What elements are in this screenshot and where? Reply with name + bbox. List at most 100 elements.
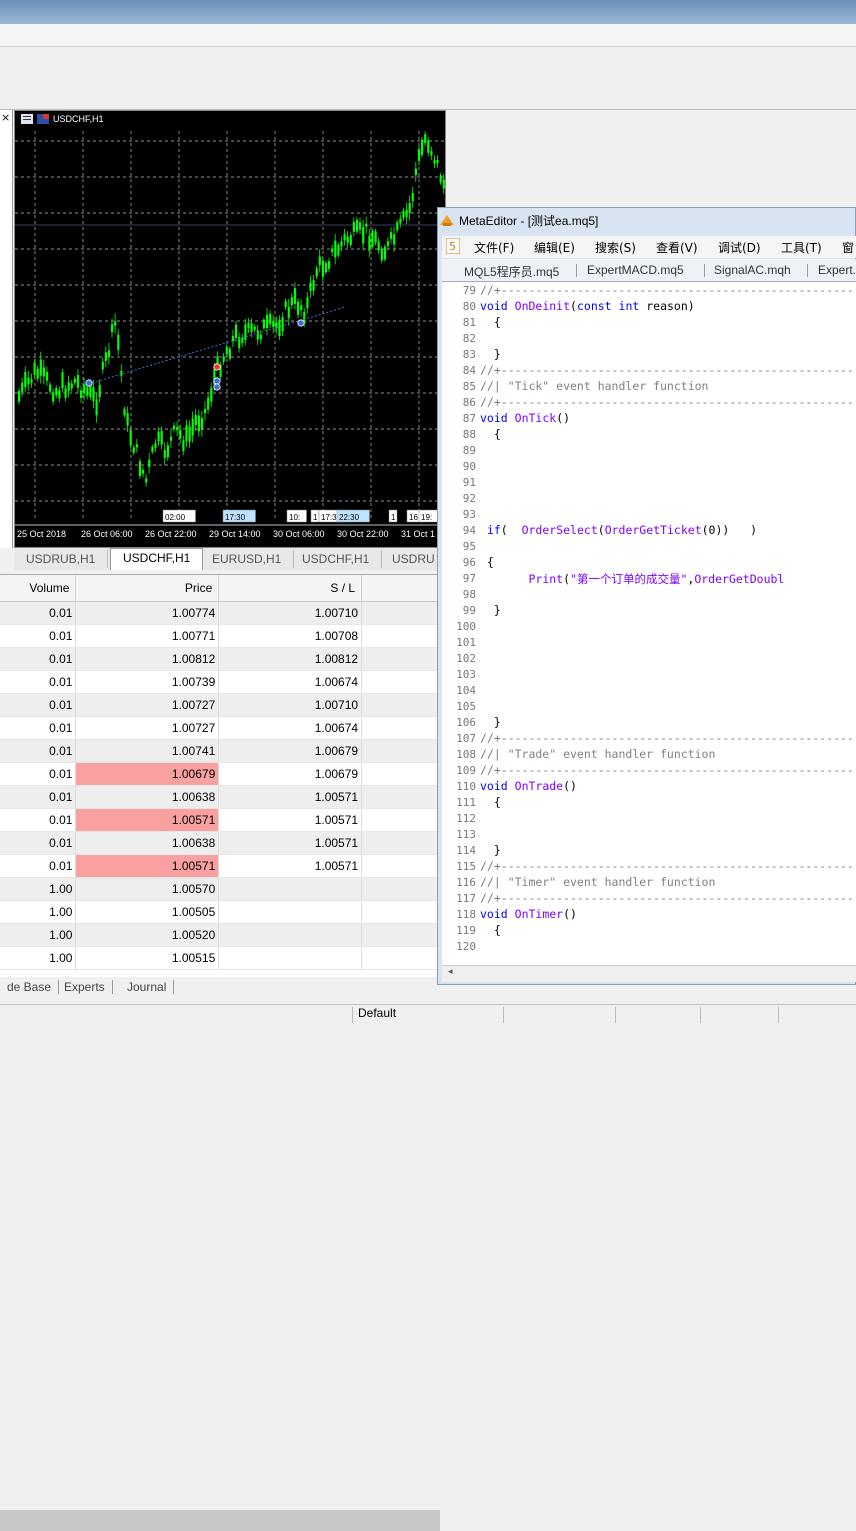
line-number: 111	[456, 796, 476, 809]
table-row[interactable]: 0.01 1.00812 1.00812	[0, 647, 440, 671]
candle-body	[247, 322, 250, 329]
code-line[interactable]: //| "Tick" event handler function	[480, 379, 708, 393]
chart-window[interactable]: 02:00 17:30 10: 1 17:3 22:30 1 16 19: USDCHF,H1 …	[14, 110, 446, 548]
volume-header[interactable]: Volume	[0, 575, 77, 602]
sl-header[interactable]: S / L	[218, 575, 363, 602]
price-cell: 1.00774	[75, 601, 220, 625]
code-line[interactable]: }	[480, 715, 501, 729]
menu-edit[interactable]: 编辑(E)	[534, 239, 575, 256]
code-line[interactable]: //+-------------------------------------…	[480, 763, 856, 777]
code-line[interactable]: //+-------------------------------------…	[480, 731, 856, 745]
tab-eurusd-h1[interactable]: EURUSD,H1	[200, 550, 295, 568]
table-row[interactable]: 0.01 1.00727 1.00674	[0, 716, 440, 740]
price-cell: 1.00571	[75, 808, 220, 832]
code-line[interactable]: //+-------------------------------------…	[480, 891, 856, 905]
tab-experts[interactable]: Experts	[57, 980, 113, 994]
close-icon[interactable]: ×	[1, 111, 10, 124]
tab-journal[interactable]: Journal	[120, 980, 175, 994]
price-cell: 1.00727	[75, 693, 220, 717]
price-header[interactable]: Price	[75, 575, 220, 602]
code-line[interactable]: {	[480, 923, 501, 937]
table-row[interactable]: 1.00 1.00505	[0, 900, 440, 924]
file-tab-mql5[interactable]: MQL5程序员.mq5	[464, 263, 559, 280]
line-number: 83	[462, 348, 476, 361]
menu-debug[interactable]: 调试(D)	[718, 239, 761, 256]
candle-body	[399, 218, 402, 224]
table-row[interactable]: 0.01 1.00741 1.00679	[0, 739, 440, 763]
candle-body	[414, 168, 417, 176]
table-row[interactable]: 1.00 1.00515	[0, 946, 440, 970]
tab-usdchf-h1-2[interactable]: USDCHF,H1	[290, 550, 383, 568]
candle-body	[340, 241, 343, 247]
candle-body	[436, 160, 439, 164]
table-row[interactable]: 0.01 1.00739 1.00674	[0, 670, 440, 694]
code-editor[interactable]: 79 80 81 82 83 84 85 86 87 88 89 90 91 92 93 94 95 96 97 98…	[442, 282, 856, 965]
table-row[interactable]: 1.00 1.00520	[0, 923, 440, 947]
table-row[interactable]: 0.01 1.00571 1.00571	[0, 854, 440, 878]
code-line[interactable]: void OnTimer()	[480, 907, 577, 921]
menu-view[interactable]: 查看(V)	[656, 239, 698, 256]
code-line[interactable]: }	[480, 843, 501, 857]
code-line[interactable]: void OnDeinit(const int reason)	[480, 299, 695, 313]
file-tab-signalac[interactable]: SignalAC.mqh	[714, 263, 791, 277]
table-row[interactable]: 0.01 1.00727 1.00710	[0, 693, 440, 717]
code-line[interactable]: {	[480, 795, 501, 809]
table-row[interactable]: 0.01 1.00638 1.00571	[0, 785, 440, 809]
code-line[interactable]: //| "Timer" event handler function	[480, 875, 715, 889]
scroll-left-icon[interactable]: ◂	[448, 967, 453, 977]
code-line[interactable]: }	[480, 603, 501, 617]
table-row[interactable]: 0.01 1.00771 1.00708	[0, 624, 440, 648]
candle-body	[76, 375, 80, 388]
code-line[interactable]: //| "Trade" event handler function	[480, 747, 715, 761]
status-divider	[778, 1007, 779, 1023]
candle-body	[86, 386, 89, 396]
metaeditor-window[interactable]: MetaEditor - [测试ea.mq5] 5 文件(F) 编辑(E) 搜索…	[437, 207, 856, 985]
code-line[interactable]: }	[480, 347, 501, 361]
line-number: 105	[456, 700, 476, 713]
menu-window[interactable]: 窗	[842, 239, 854, 256]
table-row[interactable]: 0.01 1.00679 1.00679	[0, 762, 440, 786]
code-line[interactable]: {	[480, 427, 501, 441]
code-line[interactable]: //+-------------------------------------…	[480, 859, 856, 873]
horizontal-scrollbar[interactable]: ◂	[442, 965, 856, 982]
code-line[interactable]: if( OrderSelect(OrderGetTicket(0)) )	[480, 523, 757, 537]
candle-body	[107, 350, 111, 358]
code-line[interactable]: void OnTrade()	[480, 779, 577, 793]
candle-body	[92, 387, 95, 402]
table-row[interactable]: 0.01 1.00571 1.00571	[0, 808, 440, 832]
table-row[interactable]: 1.00 1.00570	[0, 877, 440, 901]
table-row[interactable]: 0.01 1.00638 1.00571	[0, 831, 440, 855]
price-cell: 1.00505	[75, 900, 220, 924]
metaeditor-titlebar[interactable]: MetaEditor - [测试ea.mq5]	[440, 212, 598, 229]
price-cell: 1.00679	[75, 762, 220, 786]
menu-search[interactable]: 搜索(S)	[595, 239, 636, 256]
candle-body	[126, 412, 129, 426]
code-line[interactable]: Print("第一个订单的成交量",OrderGetDoubl	[480, 571, 784, 587]
code-line[interactable]: void OnTick()	[480, 411, 570, 425]
document-icon: 5	[446, 238, 460, 254]
code-line[interactable]: //+-------------------------------------…	[480, 395, 856, 409]
candle-body	[207, 397, 210, 410]
menu-file[interactable]: 文件(F)	[474, 239, 514, 256]
candle-body	[58, 390, 61, 399]
file-tab-expertmacd[interactable]: ExpertMACD.mq5	[587, 263, 684, 277]
trade-arrow-icon	[213, 377, 221, 385]
table-row[interactable]: 0.01 1.00774 1.00710	[0, 601, 440, 625]
code-line[interactable]: //+-------------------------------------…	[480, 363, 856, 377]
chart-menu-icon[interactable]	[21, 114, 33, 124]
code-line[interactable]: {	[480, 315, 501, 329]
candle-body	[104, 352, 107, 361]
code-line[interactable]: {	[480, 555, 494, 569]
price-chart[interactable]: 02:00 17:30 10: 1 17:3 22:30 1 16 19:	[15, 111, 445, 547]
file-tab-expert[interactable]: Expert.	[818, 263, 856, 277]
tab-usdrub-h1[interactable]: USDRUB,H1	[14, 550, 109, 568]
empty-cell	[361, 877, 440, 901]
sl-cell	[218, 946, 363, 970]
tab-code-base[interactable]: de Base	[0, 980, 60, 994]
line-number: 84	[462, 364, 476, 377]
sl-cell: 1.00674	[218, 716, 363, 740]
volume-cell: 0.01	[0, 854, 77, 878]
tab-usdchf-h1[interactable]: USDCHF,H1	[110, 548, 204, 570]
menu-tools[interactable]: 工具(T)	[781, 239, 822, 256]
code-line[interactable]: //+-------------------------------------…	[480, 283, 856, 297]
